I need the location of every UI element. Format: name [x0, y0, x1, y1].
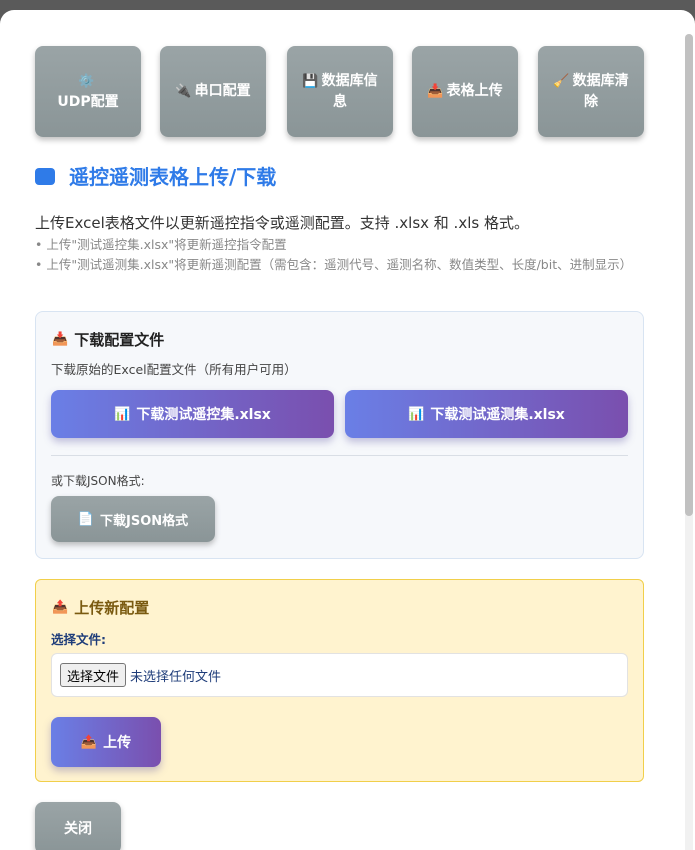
- button-label: 关闭: [64, 821, 92, 837]
- json-or-label: 或下载JSON格式:: [51, 474, 145, 488]
- button-label: 下载测试遥控集.xlsx: [136, 407, 271, 423]
- description-text: 上传Excel表格文件以更新遥控指令或遥测配置。支持 .xlsx 和 .xls …: [35, 214, 529, 232]
- inbox-upload-icon: 📤: [52, 600, 69, 615]
- download-panel-subtitle: 下载原始的Excel配置文件（所有用户可用）: [51, 362, 297, 377]
- download-telemetry-button[interactable]: 📊 下载测试遥测集.xlsx: [345, 390, 628, 438]
- tab-database-info[interactable]: 💾 数据库信息: [287, 46, 393, 137]
- divider: [51, 455, 628, 456]
- button-label: 上传: [103, 735, 132, 751]
- file-select-label: 选择文件:: [51, 632, 106, 647]
- tab-table-upload[interactable]: 📥 表格上传: [412, 46, 518, 137]
- tab-label: UDP配置: [57, 93, 119, 110]
- plug-icon: 🔌: [175, 84, 192, 99]
- inbox-upload-icon: 📥: [427, 84, 444, 99]
- tab-udp-config[interactable]: ⚙️ UDP配置: [35, 46, 141, 137]
- document-icon: 📄: [77, 511, 95, 527]
- gear-icon: ⚙️: [78, 73, 95, 89]
- section-description: 上传Excel表格文件以更新遥控指令或遥测配置。支持 .xlsx 和 .xls …: [35, 211, 643, 275]
- download-panel-title: 📥 下载配置文件: [52, 329, 164, 350]
- upload-panel: 📤 上传新配置 选择文件: 选择文件 未选择任何文件 📤 上传: [35, 579, 644, 782]
- file-input[interactable]: 选择文件 未选择任何文件: [51, 653, 628, 697]
- button-label: 下载JSON格式: [100, 513, 189, 529]
- upload-button[interactable]: 📤 上传: [51, 717, 161, 767]
- bar-chart-icon: 📊: [408, 406, 425, 422]
- tab-label: 串口配置: [194, 83, 251, 99]
- folder-icon: [35, 167, 55, 185]
- tab-serial-config[interactable]: 🔌 串口配置: [160, 46, 266, 137]
- upload-panel-title: 📤 上传新配置: [52, 597, 149, 618]
- floppy-icon: 💾: [302, 73, 319, 89]
- config-tab-bar: ⚙️ UDP配置 🔌 串口配置 💾 数据库信息 📥 表格上传 🧹 数据库清除: [35, 46, 644, 137]
- tab-label: 表格上传: [446, 83, 503, 99]
- choose-file-button[interactable]: 选择文件: [60, 663, 127, 687]
- bar-chart-icon: 📊: [114, 406, 131, 422]
- tab-label: 数据库信息: [321, 72, 378, 110]
- upload-panel-title-text: 上传新配置: [74, 599, 150, 617]
- note-remote-control: • 上传"测试遥控集.xlsx"将更新遥控指令配置: [35, 237, 287, 252]
- tab-database-clear[interactable]: 🧹 数据库清除: [538, 46, 644, 137]
- section-title: 遥控遥测表格上传/下载: [35, 160, 276, 190]
- scrollbar[interactable]: [683, 34, 693, 850]
- download-remote-control-button[interactable]: 📊 下载测试遥控集.xlsx: [51, 390, 334, 438]
- download-panel-title-text: 下载配置文件: [74, 331, 165, 349]
- close-button[interactable]: 关闭: [35, 802, 121, 850]
- inbox-download-icon: 📥: [52, 332, 69, 347]
- tab-label: 数据库清除: [572, 72, 629, 110]
- download-panel: 📥 下载配置文件 下载原始的Excel配置文件（所有用户可用） 📊 下载测试遥控…: [35, 311, 644, 559]
- broom-icon: 🧹: [553, 73, 570, 89]
- button-label: 下载测试遥测集.xlsx: [430, 407, 565, 423]
- file-status-text: 未选择任何文件: [130, 669, 222, 685]
- section-title-text: 遥控遥测表格上传/下载: [69, 164, 277, 189]
- scrollbar-thumb[interactable]: [685, 34, 693, 516]
- upload-download-modal: ⚙️ UDP配置 🔌 串口配置 💾 数据库信息 📥 表格上传 🧹 数据库清除 遥…: [0, 10, 695, 850]
- note-telemetry: • 上传"测试遥测集.xlsx"将更新遥测配置（需包含：遥测代号、遥测名称、数值…: [35, 257, 633, 272]
- upload-icon: 📤: [80, 734, 98, 750]
- download-json-button[interactable]: 📄 下载JSON格式: [51, 496, 215, 542]
